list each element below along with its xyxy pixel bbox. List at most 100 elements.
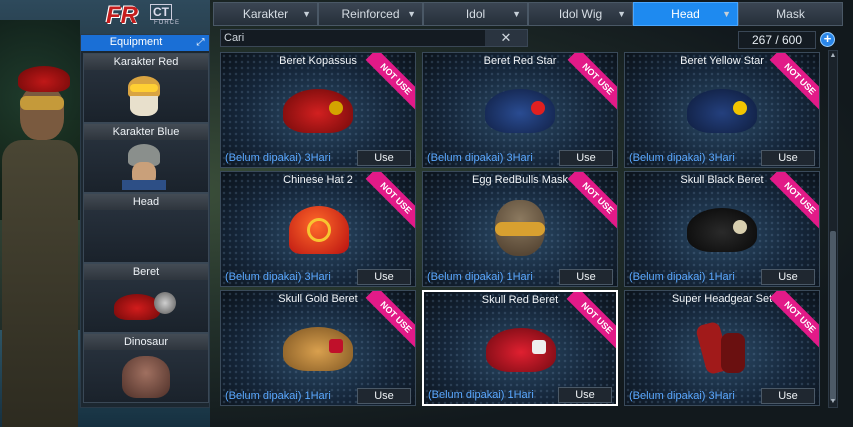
tab-label: Head <box>671 7 700 21</box>
tab-label: Idol <box>465 7 486 21</box>
tab-idol[interactable]: Idol ▼ <box>423 2 528 26</box>
slot-label: Beret <box>84 264 208 280</box>
dinosaur-head <box>122 356 170 398</box>
chevron-down-icon: ▼ <box>722 9 731 19</box>
scroll-thumb[interactable] <box>830 231 836 401</box>
add-slot-button[interactable]: + <box>820 32 835 47</box>
equipment-slot-beret[interactable]: Beret <box>83 263 209 333</box>
game-logo: FR CT FORCE <box>98 2 188 32</box>
beret-shape <box>114 294 160 320</box>
character-goggles <box>20 96 64 110</box>
tab-idol-wig[interactable]: Idol Wig ▼ <box>528 2 633 26</box>
item-card[interactable]: Beret Kopassus NOT USE (Belum dipakai) 3… <box>220 52 416 168</box>
item-status: (Belum dipakai) 3Hari <box>427 152 533 164</box>
beret-badge-icon <box>329 101 343 115</box>
use-button[interactable]: Use <box>558 387 612 403</box>
item-status: (Belum dipakai) 1Hari <box>427 271 533 283</box>
equipment-header: Equipment ⤢ <box>81 35 209 51</box>
slot-label: Dinosaur <box>84 334 208 350</box>
chevron-down-icon: ▼ <box>617 9 626 19</box>
beret-shape <box>485 89 555 133</box>
beret-preview <box>114 282 176 330</box>
tab-reinforced[interactable]: Reinforced ▼ <box>318 2 423 26</box>
grid-scrollbar[interactable]: ▲ ▼ <box>828 50 838 408</box>
beret-icon <box>683 196 763 260</box>
clear-search-button[interactable]: ✕ <box>485 30 527 46</box>
karakter-red-portrait <box>114 72 174 120</box>
skull-badge-icon <box>733 220 747 234</box>
character-face <box>20 86 64 140</box>
scroll-down-icon[interactable]: ▼ <box>829 397 837 407</box>
item-status: (Belum dipakai) 3Hari <box>225 271 331 283</box>
tab-mask[interactable]: Mask <box>738 2 843 26</box>
expand-icon[interactable]: ⤢ <box>195 37 206 48</box>
inventory-count: 267 / 600 <box>738 31 816 49</box>
logo-force-text: FORCE <box>154 20 180 26</box>
tab-label: Idol Wig <box>558 7 603 21</box>
use-button[interactable]: Use <box>761 150 815 166</box>
equipment-slot-karakter-red[interactable]: Karakter Red <box>83 53 209 123</box>
slot-label: Head <box>84 194 208 210</box>
use-button[interactable]: Use <box>559 150 613 166</box>
item-status: (Belum dipakai) 3Hari <box>629 152 735 164</box>
beret-icon <box>481 77 561 141</box>
item-card[interactable]: Beret Yellow Star NOT USE (Belum dipakai… <box>624 52 820 168</box>
item-card[interactable]: Skull Gold Beret NOT USE (Belum dipakai)… <box>220 290 416 406</box>
beret-shape <box>687 89 757 133</box>
item-card[interactable]: Skull Black Beret NOT USE (Belum dipakai… <box>624 171 820 287</box>
item-status: (Belum dipakai) 3Hari <box>629 390 735 402</box>
chevron-down-icon: ▼ <box>512 9 521 19</box>
mask-goggles <box>495 222 545 236</box>
tab-label: Karakter <box>242 7 289 21</box>
beret-icon <box>683 77 763 141</box>
beret-shape <box>283 89 353 133</box>
beret-shape <box>687 208 757 252</box>
equipment-slot-head[interactable]: Head <box>83 193 209 263</box>
headgear-icon <box>683 315 763 379</box>
tab-label: Reinforced <box>341 7 400 21</box>
portrait-goggles <box>130 84 158 92</box>
equipment-slot-karakter-blue[interactable]: Karakter Blue <box>83 123 209 193</box>
item-card[interactable]: Beret Red Star NOT USE (Belum dipakai) 3… <box>422 52 618 168</box>
search-input[interactable] <box>224 30 484 46</box>
hat-emblem <box>307 218 331 242</box>
chevron-down-icon: ▼ <box>407 9 416 19</box>
beret-icon <box>482 316 562 380</box>
item-card[interactable]: Chinese Hat 2 NOT USE (Belum dipakai) 3H… <box>220 171 416 287</box>
logo-ct-text: CT <box>150 4 172 20</box>
tab-label: Mask <box>776 7 805 21</box>
tab-head[interactable]: Head ▼ <box>633 2 738 26</box>
portrait-beard <box>130 96 158 116</box>
slot-label: Karakter Blue <box>84 124 208 140</box>
item-card[interactable]: Egg RedBulls Mask NOT USE (Belum dipakai… <box>422 171 618 287</box>
character-red-beret <box>18 66 70 92</box>
beret-icon <box>279 315 359 379</box>
use-button[interactable]: Use <box>357 150 411 166</box>
item-status: (Belum dipakai) 1Hari <box>225 390 331 402</box>
item-card[interactable]: Super Headgear Set NOT USE (Belum dipaka… <box>624 290 820 406</box>
use-button[interactable]: Use <box>357 388 411 404</box>
slot-label: Karakter Red <box>84 54 208 70</box>
character-preview <box>0 60 80 427</box>
chevron-down-icon: ▼ <box>302 9 311 19</box>
equipment-panel: Equipment ⤢ Karakter Red Karakter Blue H… <box>80 34 210 408</box>
equipment-slot-dinosaur[interactable]: Dinosaur <box>83 333 209 403</box>
use-button[interactable]: Use <box>559 269 613 285</box>
beret-badge-icon <box>154 292 176 314</box>
skull-badge-icon <box>532 340 546 354</box>
item-status: (Belum dipakai) 1Hari <box>629 271 735 283</box>
use-button[interactable]: Use <box>357 269 411 285</box>
scroll-up-icon[interactable]: ▲ <box>829 51 837 61</box>
category-tabs: Karakter ▼ Reinforced ▼ Idol ▼ Idol Wig … <box>213 2 843 26</box>
use-button[interactable]: Use <box>761 388 815 404</box>
headgear-part <box>721 333 745 373</box>
egg-mask-icon <box>481 196 561 260</box>
dinosaur-portrait <box>114 352 174 400</box>
logo-fr-text: FR <box>106 2 138 29</box>
tab-karakter[interactable]: Karakter ▼ <box>213 2 318 26</box>
skull-badge-icon <box>329 339 343 353</box>
item-card-selected[interactable]: Skull Red Beret NOT USE (Belum dipakai) … <box>422 290 618 406</box>
karakter-blue-portrait <box>114 142 174 190</box>
use-button[interactable]: Use <box>761 269 815 285</box>
star-badge-icon <box>733 101 747 115</box>
